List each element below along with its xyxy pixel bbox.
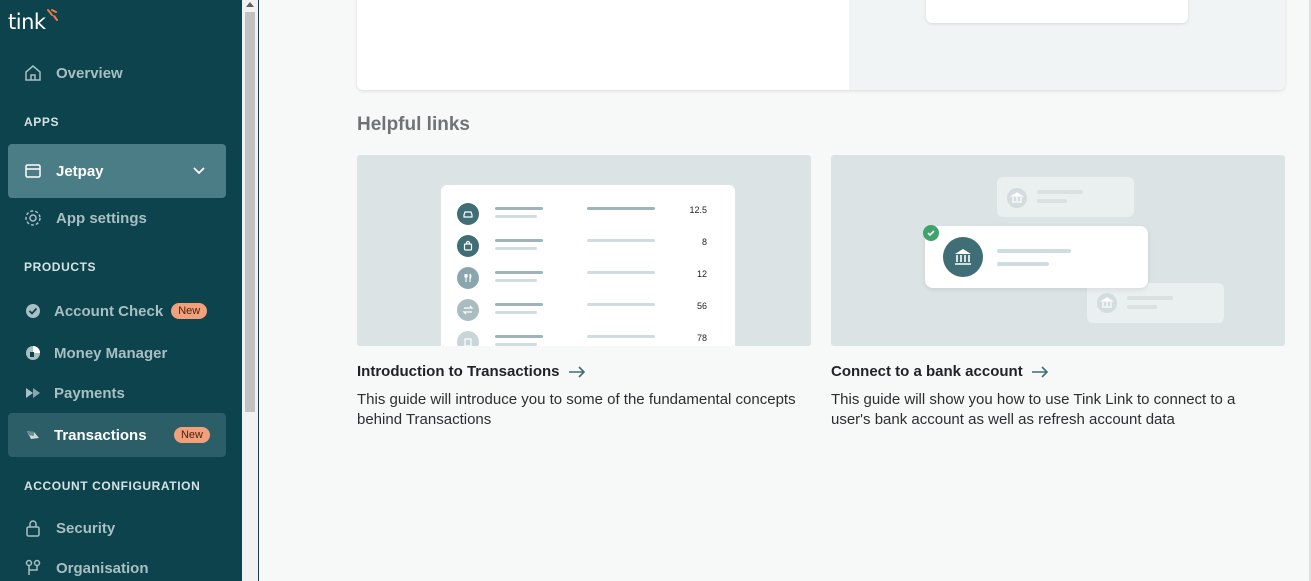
shopping-bag-icon (457, 235, 479, 257)
payments-icon (24, 384, 42, 402)
helpful-links-title: Helpful links (357, 114, 470, 135)
list-item: 78 (457, 331, 717, 346)
sidebar-scrollbar[interactable] (242, 0, 259, 581)
lock-icon (24, 519, 42, 537)
arrow-right-icon (1031, 365, 1048, 378)
car-icon (457, 203, 479, 225)
cutlery-icon (457, 267, 479, 289)
home-icon (24, 64, 42, 82)
sidebar-item-security[interactable]: Security (8, 506, 226, 550)
transaction-value: 12 (696, 269, 707, 279)
check-icon (923, 225, 939, 241)
app-window-icon (24, 162, 42, 180)
app-selector-label: Jetpay (56, 162, 104, 180)
transactions-list-panel: 12.5 8 12 56 78 (441, 185, 735, 346)
sidebar-item-label: Overview (56, 64, 123, 82)
sidebar-item-label: Account Check (54, 302, 164, 320)
sidebar-item-account-check[interactable]: Account Check New (8, 289, 226, 333)
chevron-down-icon (193, 167, 205, 175)
sidebar: tink Overview APPS Jetpay App settings P… (0, 0, 242, 581)
bank-icon (943, 237, 983, 277)
top-card-illustration (849, 0, 1285, 90)
sidebar-item-overview[interactable]: Overview (8, 51, 226, 95)
sidebar-item-label: Payments (54, 384, 125, 402)
sidebar-item-transactions[interactable]: Transactions New (8, 413, 226, 457)
apps-section-label: APPS (24, 115, 60, 129)
transaction-value: 56 (696, 301, 707, 311)
sidebar-item-organisation[interactable]: Organisation (8, 546, 226, 581)
card-description: This guide will introduce you to some of… (357, 391, 796, 428)
card-title-text: Introduction to Transactions (357, 363, 560, 380)
card-description: This guide will show you how to use Tink… (831, 391, 1236, 428)
arrow-right-icon (568, 365, 585, 378)
connect-bank-account-link[interactable]: Connect to a bank account (831, 363, 1049, 380)
transactions-icon (24, 426, 42, 444)
list-item: 12 (457, 267, 717, 289)
bank-account-illustration[interactable] (831, 155, 1285, 346)
card-title-text: Connect to a bank account (831, 363, 1023, 380)
bank-small-icon (1097, 293, 1117, 313)
scrollbar-thumb[interactable] (245, 12, 255, 412)
logo-mark-icon (47, 9, 58, 21)
sidebar-item-label: Transactions (54, 426, 147, 444)
sidebar-item-label: Money Manager (54, 344, 168, 362)
top-card-inner-panel (926, 0, 1188, 23)
transaction-value: 8 (701, 237, 707, 247)
bank-card-back-top (997, 177, 1134, 217)
list-item: 8 (457, 235, 717, 257)
account-configuration-section-label: ACCOUNT CONFIGURATION (24, 479, 201, 493)
transfer-icon (457, 299, 479, 321)
app-selector[interactable]: Jetpay (8, 144, 226, 198)
organisation-icon (24, 559, 42, 577)
cup-icon (457, 331, 479, 346)
list-item: 12.5 (457, 203, 717, 225)
sidebar-item-app-settings[interactable]: App settings (8, 196, 226, 240)
bank-small-icon (1007, 188, 1027, 208)
sidebar-item-label: Organisation (56, 559, 149, 577)
list-item: 56 (457, 299, 717, 321)
sidebar-item-label: App settings (56, 209, 147, 227)
scroll-up-arrow-icon[interactable] (246, 2, 254, 7)
gear-icon (24, 209, 42, 227)
products-section-label: PRODUCTS (24, 260, 97, 274)
transaction-value: 78 (696, 333, 707, 343)
account-check-icon (24, 302, 42, 320)
new-badge: New (173, 427, 210, 443)
introduction-to-transactions-link[interactable]: Introduction to Transactions (357, 363, 586, 380)
bank-card-back-bottom (1087, 283, 1224, 323)
bank-card-main (925, 226, 1148, 288)
tink-logo[interactable]: tink (8, 10, 46, 34)
sidebar-item-payments[interactable]: Payments (8, 371, 226, 415)
transaction-value: 12.5 (689, 205, 707, 215)
top-content-card (357, 0, 1285, 90)
transactions-illustration[interactable]: 12.5 8 12 56 78 (357, 155, 811, 346)
new-badge: New (171, 303, 208, 319)
sidebar-item-money-manager[interactable]: Money Manager (8, 331, 226, 375)
money-manager-icon (24, 344, 42, 362)
sidebar-item-label: Security (56, 519, 116, 537)
